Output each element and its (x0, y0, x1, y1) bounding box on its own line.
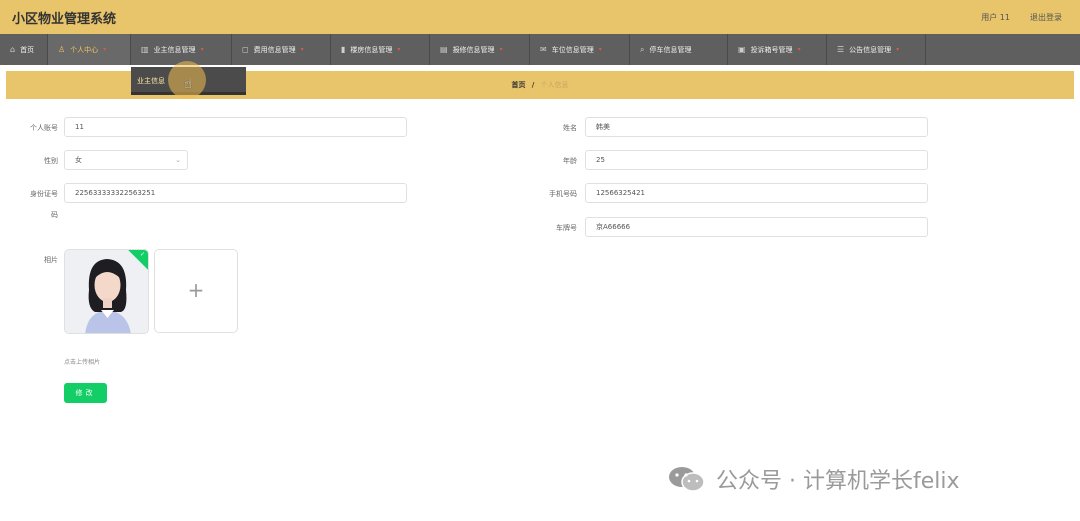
nav-item-label: 停车信息管理 (649, 45, 692, 54)
nav-item-owner-info[interactable]: ▥ 业主信息管理 ▾ (131, 34, 232, 65)
gender-value: 女 (75, 156, 82, 164)
id-number-label-wrap: 码 (51, 211, 58, 219)
name-input[interactable]: 韩美 (585, 117, 928, 137)
chevron-down-icon: ▾ (397, 46, 401, 53)
list-icon: ☰ (837, 45, 845, 54)
breadcrumb-home[interactable]: 首页 (511, 81, 525, 89)
nav-item-label: 费用信息管理 (253, 45, 296, 54)
app-title: 小区物业管理系统 (12, 12, 117, 27)
logout-link[interactable]: 退出登录 (1030, 12, 1062, 23)
breadcrumb-separator: / (531, 81, 535, 89)
gender-select[interactable]: 女 ⌄ (64, 150, 188, 170)
chevron-down-icon: ▾ (300, 46, 304, 53)
watermark-text: 公众号 · 计算机学长felix (716, 469, 960, 494)
bars-icon: ▮ (341, 45, 346, 54)
dropdown-item-owner-info[interactable]: 业主信息 (137, 76, 165, 86)
nav-item-repair-info[interactable]: ▤ 报修信息管理 ▾ (430, 34, 530, 65)
chevron-down-icon: ▾ (896, 46, 900, 53)
phone-input[interactable]: 12566325421 (585, 183, 928, 203)
wechat-icon (668, 466, 706, 492)
plate-label: 车牌号 (556, 224, 577, 232)
nav-item-label: 楼房信息管理 (350, 45, 393, 54)
pointer-cursor-icon: ☝ (184, 77, 192, 92)
nav-item-label: 个人中心 (70, 45, 99, 54)
check-icon: ✓ (139, 251, 145, 258)
nav-item-label: 投诉箱号管理 (750, 45, 793, 54)
portrait-image (65, 250, 148, 333)
user-icon: ♙ (58, 45, 66, 54)
home-icon: ⌂ (10, 45, 16, 54)
plate-input[interactable]: 京A66666 (585, 217, 928, 237)
top-header: 小区物业管理系统 用户 11 退出登录 (0, 0, 1080, 34)
watermark: 公众号 · 计算机学长felix (668, 463, 960, 495)
nav-item-label: 公告信息管理 (849, 45, 892, 54)
upload-photo-button[interactable]: + (154, 249, 238, 333)
building-icon: ▥ (141, 45, 149, 54)
inbox-icon: ▣ (738, 45, 746, 54)
uploaded-photo[interactable]: ✓ (64, 249, 149, 334)
main-nav: ⌂ 首页 ♙ 个人中心 ▾ ▥ 业主信息管理 ▾ ◻ 费用信息管理 ▾ ▮ 楼房… (0, 34, 1080, 65)
nav-item-label: 车位信息管理 (551, 45, 594, 54)
chevron-down-icon: ▾ (200, 46, 204, 53)
account-label: 个人账号 (30, 124, 58, 132)
phone-label: 手机号码 (549, 190, 577, 198)
gender-label: 性别 (44, 157, 58, 165)
nav-item-personal-center[interactable]: ♙ 个人中心 ▾ (48, 34, 131, 65)
nav-item-fee-info[interactable]: ◻ 费用信息管理 ▾ (232, 34, 331, 65)
chevron-down-icon: ▾ (499, 46, 503, 53)
id-number-label: 身份证号 (30, 190, 58, 198)
nav-item-parking-info[interactable]: ⌕ 停车信息管理 (630, 34, 728, 65)
square-icon: ◻ (242, 45, 249, 54)
chevron-down-icon: ▾ (797, 46, 801, 53)
mail-icon: ✉ (540, 45, 547, 54)
name-label: 姓名 (563, 124, 577, 132)
current-user: 用户 11 (981, 13, 1010, 22)
search-icon: ⌕ (640, 44, 645, 54)
chevron-down-icon: ▾ (598, 46, 602, 53)
nav-item-label: 首页 (20, 45, 35, 54)
age-input[interactable]: 25 (585, 150, 928, 170)
nav-item-notice-info[interactable]: ☰ 公告信息管理 ▾ (827, 34, 926, 65)
chevron-down-icon: ⌄ (175, 156, 181, 164)
age-label: 年龄 (563, 157, 577, 165)
breadcrumb-current: 个人信息 (540, 81, 569, 89)
message-icon: ▤ (440, 45, 448, 54)
nav-item-home[interactable]: ⌂ 首页 (0, 34, 48, 65)
nav-item-complaint[interactable]: ▣ 投诉箱号管理 ▾ (728, 34, 827, 65)
nav-item-parking-space-info[interactable]: ✉ 车位信息管理 ▾ (530, 34, 630, 65)
upload-tip: 点击上传相片 (64, 359, 101, 366)
nav-item-label: 业主信息管理 (153, 45, 196, 54)
chevron-down-icon: ▾ (103, 46, 107, 53)
modify-button[interactable]: 修改 (64, 383, 107, 403)
nav-item-label: 报修信息管理 (452, 45, 495, 54)
account-input[interactable]: 11 (64, 117, 407, 137)
nav-item-building-info[interactable]: ▮ 楼房信息管理 ▾ (331, 34, 430, 65)
photo-label: 相片 (44, 256, 58, 264)
id-number-input[interactable]: 225633333322563251 (64, 183, 407, 203)
